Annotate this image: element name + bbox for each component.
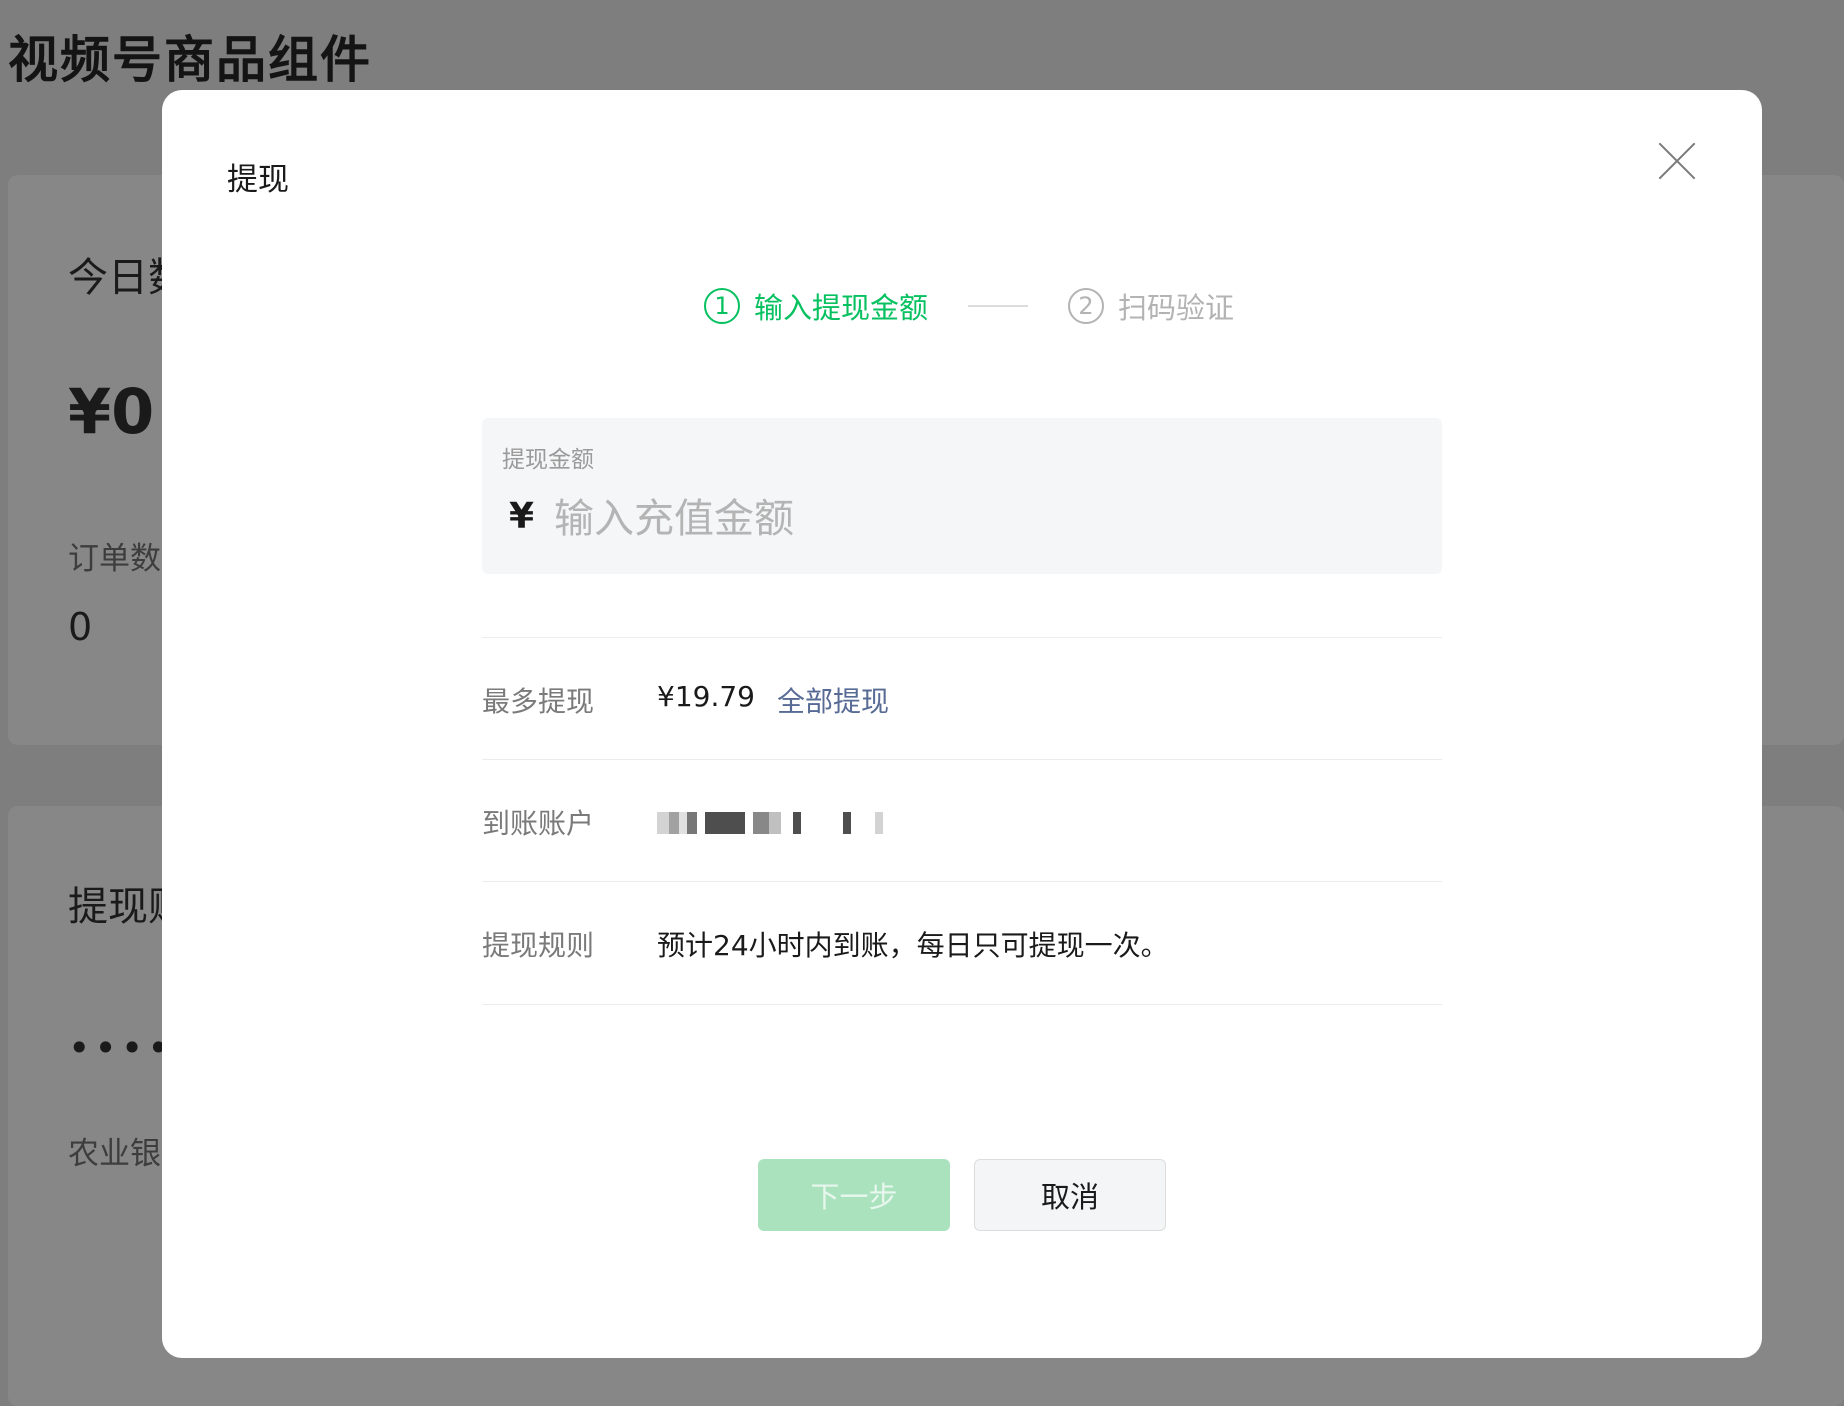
close-icon[interactable] <box>1654 138 1700 184</box>
step-indicator: 1 输入提现金额 2 扫码验证 <box>704 283 1234 329</box>
masked-card-number: •••• <box>68 1026 174 1070</box>
rule-value: 预计24小时内到账，每日只可提现一次。 <box>657 929 1169 962</box>
max-withdraw-label: 最多提现 <box>482 685 595 718</box>
rule-row: 提现规则 预计24小时内到账，每日只可提现一次。 <box>482 881 1442 1005</box>
masked-account-value <box>657 812 887 834</box>
next-step-button[interactable]: 下一步 <box>758 1159 950 1231</box>
amount-input[interactable] <box>552 488 1416 550</box>
rule-label: 提现规则 <box>482 929 595 962</box>
account-label: 到账账户 <box>482 807 595 840</box>
orders-label: 订单数 <box>68 541 161 577</box>
orders-value: 0 <box>68 605 93 649</box>
step-1-label: 输入提现金额 <box>754 291 929 325</box>
step-2: 2 扫码验证 <box>1068 285 1234 327</box>
amount-field: 提现金额 ¥ <box>482 418 1442 574</box>
step-2-label: 扫码验证 <box>1118 291 1235 325</box>
max-withdraw-value: ¥19.79 <box>657 680 755 713</box>
max-withdraw-row: 最多提现 ¥19.79 全部提现 <box>482 637 1442 760</box>
withdraw-all-link[interactable]: 全部提现 <box>777 680 889 720</box>
step-1-number: 1 <box>704 288 740 324</box>
bank-name: 农业银 <box>68 1136 161 1172</box>
step-2-number: 2 <box>1068 288 1105 324</box>
today-amount: ¥0 <box>68 375 155 448</box>
dialog-title: 提现 <box>227 162 289 198</box>
page-title: 视频号商品组件 <box>8 31 372 89</box>
cancel-button[interactable]: 取消 <box>974 1159 1166 1231</box>
currency-symbol: ¥ <box>509 496 535 537</box>
amount-label: 提现金额 <box>502 447 594 473</box>
step-1: 1 输入提现金额 <box>704 285 928 327</box>
step-connector <box>968 305 1029 307</box>
account-row: 到账账户 <box>482 759 1442 882</box>
withdraw-dialog: 提现 1 输入提现金额 2 扫码验证 提现金额 ¥ 最多提现 ¥19.79 全部… <box>162 90 1762 1358</box>
